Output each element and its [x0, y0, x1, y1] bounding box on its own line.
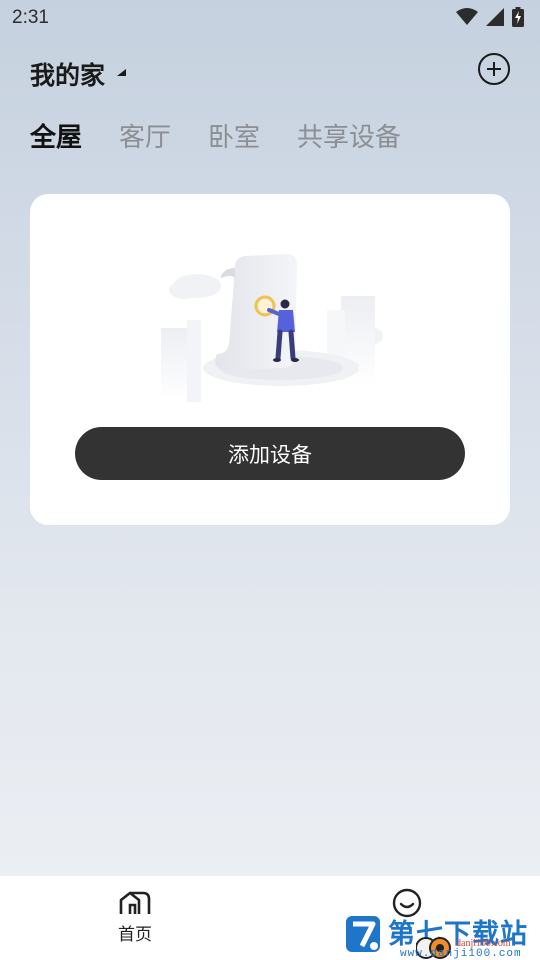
- tab-living-room[interactable]: 客厅: [119, 117, 171, 154]
- wifi-icon: [456, 8, 478, 25]
- tab-shared-devices[interactable]: 共享设备: [297, 117, 401, 154]
- home-selector[interactable]: 我的家: [30, 56, 105, 92]
- nav-item-home[interactable]: 首页: [95, 890, 175, 945]
- caret-icon[interactable]: [117, 69, 126, 76]
- status-bar: 2:31: [0, 0, 540, 36]
- cellular-signal-icon: [486, 8, 504, 26]
- status-time: 2:31: [12, 7, 49, 28]
- empty-devices-illustration: [161, 254, 383, 402]
- watermark-url: www.danji100.com: [400, 948, 522, 960]
- status-icons: [456, 7, 524, 27]
- tab-all-rooms[interactable]: 全屋: [30, 117, 82, 154]
- watermark: 第七下载站 danji100.com www.danji100.com: [344, 908, 540, 960]
- add-circle-icon[interactable]: [478, 53, 510, 85]
- device-card: 添加设备: [30, 194, 510, 525]
- home-icon: [119, 891, 151, 914]
- battery-charging-icon: [512, 7, 524, 27]
- add-device-button[interactable]: 添加设备: [75, 427, 465, 480]
- room-tabs: 全屋 客厅 卧室 共享设备: [30, 117, 401, 154]
- watermark-logo: [346, 916, 380, 952]
- nav-home-label: 首页: [118, 925, 152, 945]
- tab-bedroom[interactable]: 卧室: [208, 117, 260, 154]
